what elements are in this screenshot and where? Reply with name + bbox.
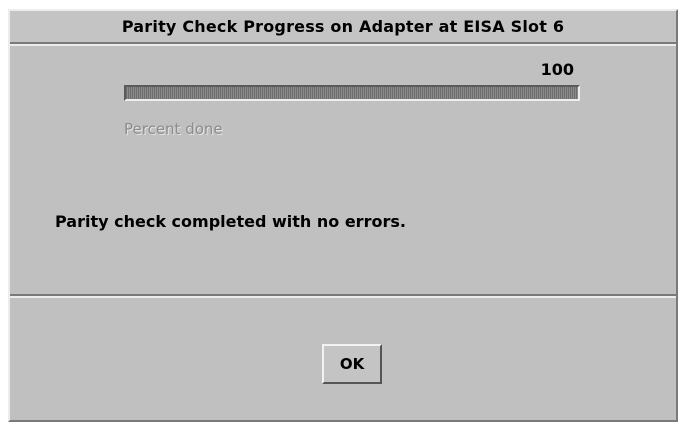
progress-caption: Percent done: [124, 120, 223, 138]
parity-check-dialog: Parity Check Progress on Adapter at EISA…: [8, 9, 678, 422]
button-area: OK: [10, 300, 676, 420]
progress-value: 100: [540, 60, 574, 79]
ok-button[interactable]: OK: [322, 344, 382, 384]
progress-bar: [124, 85, 580, 101]
progress-bar-fill: [126, 87, 578, 99]
dialog-content: 100 Percent done Parity check completed …: [10, 46, 676, 298]
status-message: Parity check completed with no errors.: [55, 212, 406, 231]
dialog-title: Parity Check Progress on Adapter at EISA…: [10, 11, 676, 46]
